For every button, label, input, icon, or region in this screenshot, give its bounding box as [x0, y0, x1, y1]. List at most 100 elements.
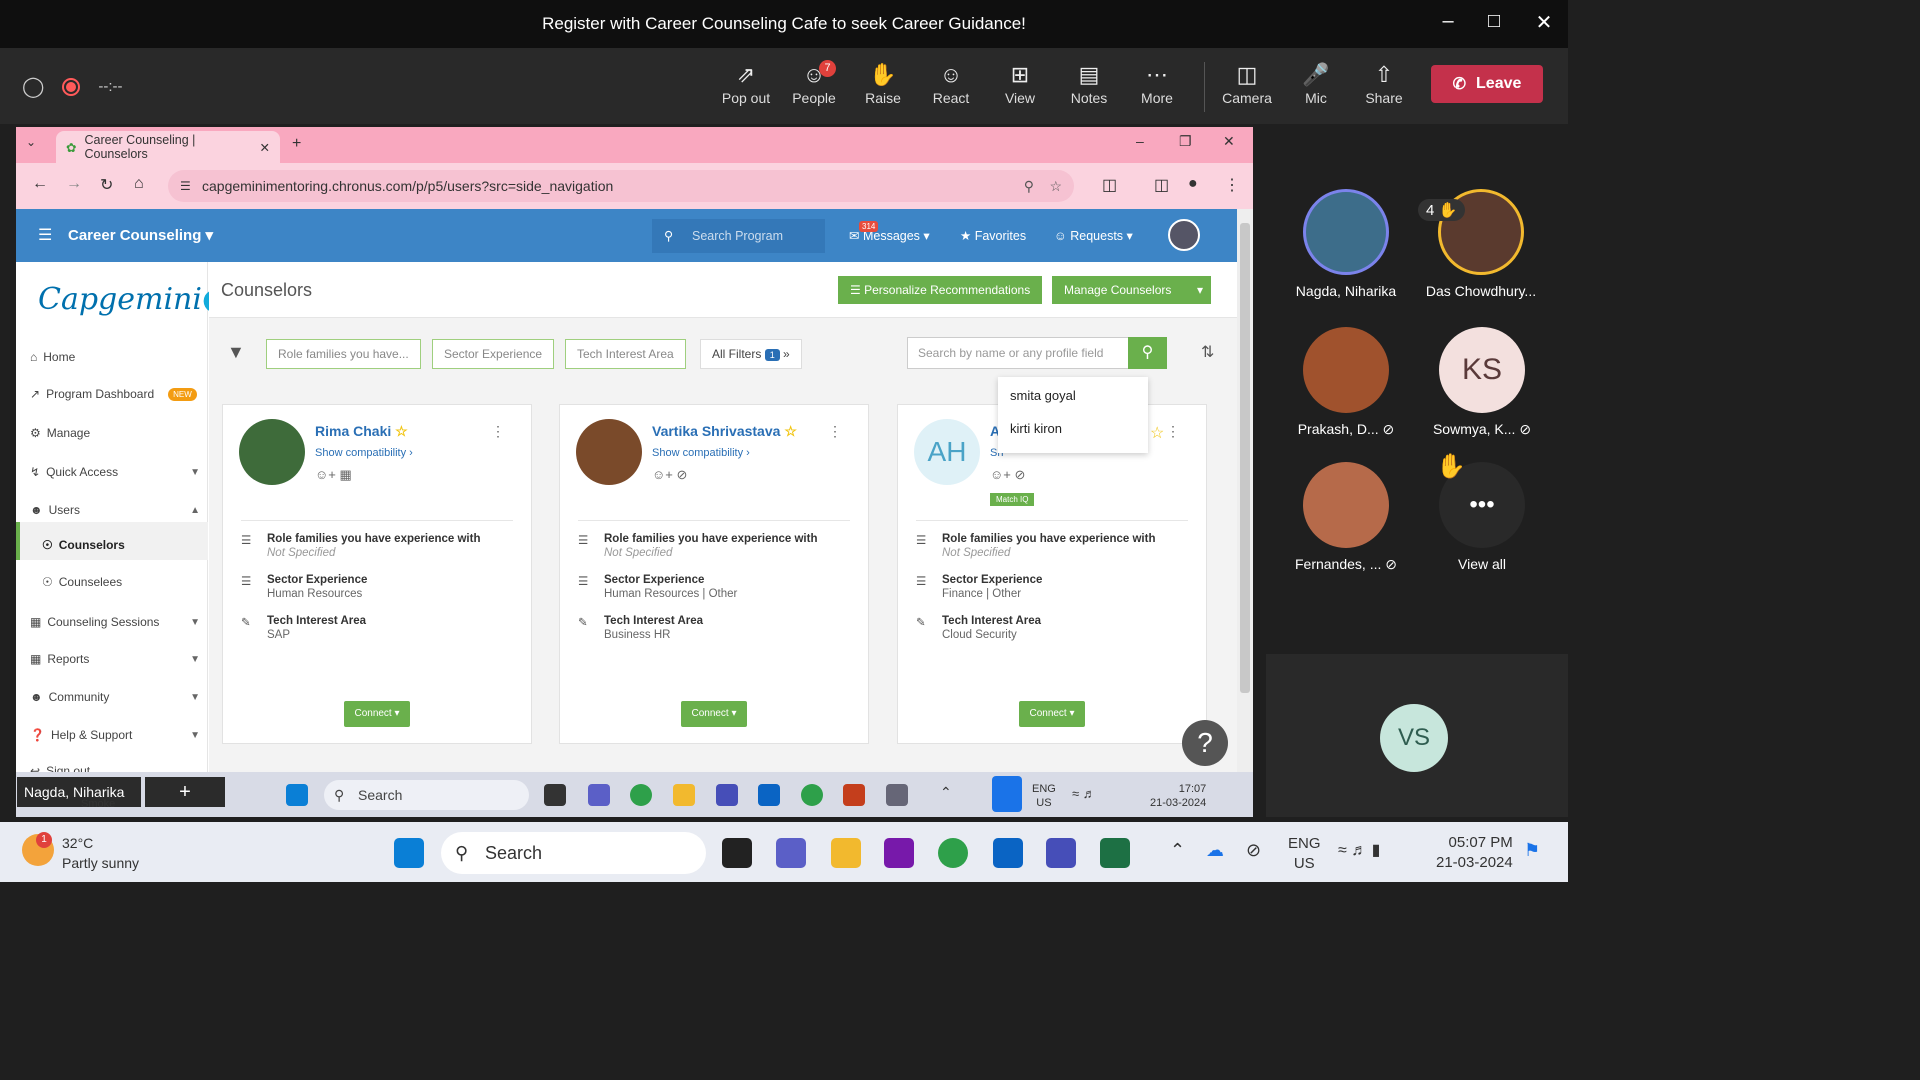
kebab-menu-icon[interactable]: ⋮ — [1166, 423, 1180, 440]
bookmark-star-icon[interactable]: ☆ — [1049, 170, 1062, 202]
star-icon[interactable]: ☆ — [784, 423, 797, 439]
raise-hand-button[interactable]: ✋ Raise — [850, 60, 916, 106]
hamburger-icon[interactable]: ☰ — [38, 225, 52, 245]
people-button[interactable]: ☺ 7 People — [781, 60, 847, 106]
folder-icon[interactable] — [673, 784, 695, 806]
sidebar-item-users[interactable]: ☻ Users ▲ — [30, 503, 200, 517]
browser-tab[interactable]: ✿ Career Counseling | Counselors ✕ — [56, 131, 280, 163]
app-icon[interactable] — [544, 784, 566, 806]
camera-button[interactable]: ◫ Camera — [1214, 60, 1280, 106]
connect-button[interactable]: Connect ▾ — [1019, 701, 1085, 727]
mic-icon[interactable] — [992, 776, 1022, 812]
chrome-icon[interactable] — [630, 784, 652, 806]
counselor-name[interactable]: Vartika Shrivastava ☆ — [652, 423, 797, 440]
extensions-icon[interactable]: ◫ — [1102, 175, 1117, 195]
notes-button[interactable]: ▤ Notes — [1056, 60, 1122, 106]
counselor-name[interactable]: Rima Chaki ☆ — [315, 423, 408, 440]
help-button[interactable]: ? — [1182, 720, 1228, 766]
weather-widget[interactable]: 32°C Partly sunny — [62, 833, 139, 873]
search-button[interactable]: ⚲ — [1128, 337, 1167, 369]
mic-off-icon[interactable]: ⊘ — [1246, 840, 1261, 861]
browser-minimize-icon[interactable]: – — [1136, 133, 1144, 149]
star-icon[interactable]: ☆ — [395, 423, 408, 439]
windows-start-icon[interactable] — [394, 838, 424, 868]
windows-start-icon[interactable] — [286, 784, 308, 806]
sidebar-item-reports[interactable]: ▦ Reports ▼ — [30, 652, 200, 666]
powerpoint-icon[interactable] — [843, 784, 865, 806]
add-user-icon[interactable]: ☺+ ⊘ — [990, 467, 1025, 483]
filter-tech-interest[interactable]: Tech Interest Area — [565, 339, 686, 369]
mic-button[interactable]: 🎤 Mic — [1283, 60, 1349, 106]
app-icon[interactable] — [722, 838, 752, 868]
view-all-button[interactable]: ••• View all ✋ — [1432, 453, 1532, 572]
counselor-avatar[interactable] — [576, 419, 642, 485]
personalize-recommendations-button[interactable]: ☰ Personalize Recommendations — [838, 276, 1043, 304]
home-icon[interactable]: ⌂ — [134, 175, 144, 193]
counselor-avatar[interactable] — [239, 419, 305, 485]
teams-icon[interactable] — [1046, 838, 1076, 868]
manage-counselors-button[interactable]: Manage Counselors ▾ — [1052, 276, 1211, 304]
onedrive-icon[interactable]: ☁ — [1206, 840, 1224, 861]
sort-icon[interactable]: ⇅ — [1201, 342, 1214, 362]
remote-clock[interactable]: 17:07 21-03-2024 — [1150, 782, 1206, 810]
sidebar-item-program-dashboard[interactable]: ↗ Program Dashboard NEW — [30, 387, 200, 401]
notification-bell-icon[interactable]: ⚑ — [1524, 840, 1540, 861]
outlook-icon[interactable] — [993, 838, 1023, 868]
onenote-icon[interactable] — [884, 838, 914, 868]
program-search-input[interactable]: ⚲ Search Program — [652, 219, 825, 253]
profile-icon[interactable]: ● — [1188, 175, 1198, 193]
kebab-menu-icon[interactable]: ⋮ — [828, 423, 842, 440]
show-compatibility-link[interactable]: Show compatibility › — [652, 447, 750, 459]
participant-tile[interactable]: Fernandes, ... ⊘ — [1286, 462, 1406, 573]
suggestion-item[interactable]: kirti kiron — [998, 403, 1148, 436]
teams-icon[interactable] — [588, 784, 610, 806]
minimize-icon[interactable]: – — [1434, 10, 1462, 33]
react-button[interactable]: ☺ React — [918, 60, 984, 106]
outlook-icon[interactable] — [758, 784, 780, 806]
more-button[interactable]: ⋯ More — [1124, 60, 1190, 106]
wifi-icon[interactable]: ≈ ♬ ▮ — [1338, 840, 1380, 860]
kebab-menu-icon[interactable]: ⋮ — [491, 423, 505, 440]
participant-tile[interactable]: Das Chowdhury... 4 ✋ — [1418, 189, 1544, 299]
side-panel-icon[interactable]: ◫ — [1154, 175, 1169, 195]
maximize-icon[interactable]: □ — [1480, 10, 1508, 33]
sidebar-item-counseling-sessions[interactable]: ▦ Counseling Sessions ▼ — [30, 615, 200, 629]
zoom-icon[interactable]: ⚲ — [1024, 170, 1034, 202]
remote-search-box[interactable]: ⚲ Search — [324, 780, 529, 810]
program-name[interactable]: Career Counseling ▾ — [68, 226, 213, 244]
star-icon[interactable]: ☆ — [1150, 423, 1164, 443]
close-icon[interactable]: ✕ — [1530, 10, 1558, 35]
excel-icon[interactable] — [1100, 838, 1130, 868]
new-tab-icon[interactable]: + — [292, 135, 301, 153]
tab-list-chevron-icon[interactable]: ⌄ — [26, 135, 36, 149]
sidebar-item-counselors[interactable]: ☉ Counselors — [42, 538, 212, 552]
connect-button[interactable]: Connect ▾ — [344, 701, 410, 727]
connect-button[interactable]: Connect ▾ — [681, 701, 747, 727]
show-compatibility-link[interactable]: Show compatibility › — [315, 447, 413, 459]
view-button[interactable]: ⊞ View — [987, 60, 1053, 106]
teams-icon[interactable] — [716, 784, 738, 806]
sidebar-item-home[interactable]: ⌂ Home — [30, 350, 200, 364]
sidebar-item-counselees[interactable]: ☉ Counselees — [42, 575, 212, 589]
profile-search-input[interactable]: Search by name or any profile field — [907, 337, 1129, 369]
leave-button[interactable]: ✆ Leave — [1431, 65, 1543, 103]
messages-link[interactable]: ✉ Messages ▾ 314 — [849, 221, 930, 243]
add-user-icon[interactable]: ☺+ ▦ — [315, 467, 352, 483]
participant-tile[interactable]: KS Sowmya, K... ⊘ — [1424, 327, 1540, 438]
settings-icon[interactable] — [886, 784, 908, 806]
participant-tile[interactable]: Nagda, Niharika — [1290, 189, 1402, 299]
language-indicator[interactable]: ENG US — [1288, 834, 1321, 874]
favorites-link[interactable]: ★ Favorites — [960, 228, 1026, 243]
os-clock[interactable]: 05:07 PM 21-03-2024 — [1436, 833, 1513, 873]
sidebar-item-quick-access[interactable]: ↯ Quick Access ▼ — [30, 465, 200, 479]
share-button[interactable]: ⇧ Share — [1351, 60, 1417, 106]
url-bar[interactable]: ☰ capgeminimentoring.chronus.com/p/p5/us… — [168, 170, 1074, 202]
user-avatar[interactable] — [1168, 219, 1200, 251]
requests-link[interactable]: ☺ Requests ▾ — [1054, 228, 1133, 243]
os-search-box[interactable]: ⚲ Search — [441, 832, 706, 874]
language-indicator[interactable]: ENG US — [1032, 782, 1056, 810]
filter-sector-experience[interactable]: Sector Experience — [432, 339, 555, 369]
forward-icon[interactable]: → — [66, 175, 82, 193]
chrome-icon[interactable] — [801, 784, 823, 806]
sidebar-item-community[interactable]: ☻ Community ▼ — [30, 690, 200, 704]
